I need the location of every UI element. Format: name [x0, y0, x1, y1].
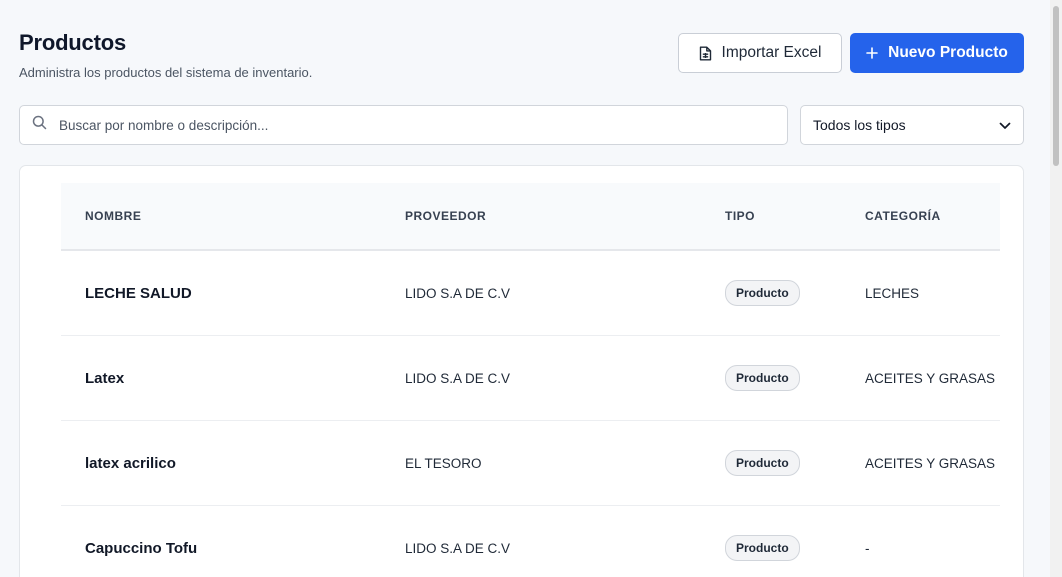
product-supplier: EL TESORO [405, 455, 482, 471]
plus-icon [866, 47, 878, 59]
product-name: Latex [85, 369, 125, 387]
product-category: - [865, 540, 870, 556]
import-excel-label: Importar Excel [721, 44, 822, 61]
column-header-name[interactable]: NOMBRE [85, 209, 141, 223]
page-title: Productos [19, 30, 126, 55]
table-row[interactable]: Capuccino Tofu LIDO S.A DE C.V Producto … [61, 506, 1000, 577]
product-category: ACEITES Y GRASAS [865, 455, 996, 471]
page-subtitle: Administra los productos del sistema de … [19, 65, 313, 80]
page-header: Productos Administra los productos del s… [19, 30, 312, 80]
search-icon [32, 115, 47, 135]
type-badge: Producto [725, 535, 800, 561]
column-header-category[interactable]: CATEGORÍA [865, 209, 941, 223]
product-category: ACEITES Y GRASAS [865, 370, 996, 386]
product-supplier: LIDO S.A DE C.V [405, 370, 511, 386]
products-card: NOMBRE PROVEEDOR TIPO CATEGORÍA LECHE SA… [19, 165, 1024, 577]
product-category: LECHES [865, 285, 920, 301]
new-product-label: Nuevo Producto [888, 44, 1008, 61]
type-badge: Producto [725, 450, 800, 476]
table-row[interactable]: LECHE SALUD LIDO S.A DE C.V Producto LEC… [61, 251, 1000, 336]
new-product-button[interactable]: Nuevo Producto [850, 33, 1024, 73]
search-box [19, 105, 788, 145]
import-excel-button[interactable]: Importar Excel [678, 33, 842, 73]
scrollbar-thumb[interactable] [1053, 6, 1059, 166]
chevron-down-icon [999, 117, 1011, 133]
type-filter-value: Todos los tipos [813, 117, 906, 133]
table-row[interactable]: latex acrilico EL TESORO Producto ACEITE… [61, 421, 1000, 506]
type-badge: Producto [725, 365, 800, 391]
product-name: LECHE SALUD [85, 284, 192, 302]
page-scrollbar[interactable] [1050, 0, 1062, 577]
type-filter-select[interactable]: Todos los tipos [800, 105, 1024, 145]
search-input[interactable] [59, 117, 739, 133]
column-header-supplier[interactable]: PROVEEDOR [405, 209, 486, 223]
type-badge: Producto [725, 280, 800, 306]
product-supplier: LIDO S.A DE C.V [405, 540, 511, 556]
file-spreadsheet-icon [699, 46, 712, 61]
product-supplier: LIDO S.A DE C.V [405, 285, 511, 301]
product-name: latex acrilico [85, 454, 176, 472]
column-header-type[interactable]: TIPO [725, 209, 755, 223]
products-page: Productos Administra los productos del s… [0, 0, 1062, 577]
products-table: NOMBRE PROVEEDOR TIPO CATEGORÍA LECHE SA… [61, 183, 1000, 577]
table-header: NOMBRE PROVEEDOR TIPO CATEGORÍA [61, 183, 1000, 251]
product-name: Capuccino Tofu [85, 539, 198, 557]
table-row[interactable]: Latex LIDO S.A DE C.V Producto ACEITES Y… [61, 336, 1000, 421]
